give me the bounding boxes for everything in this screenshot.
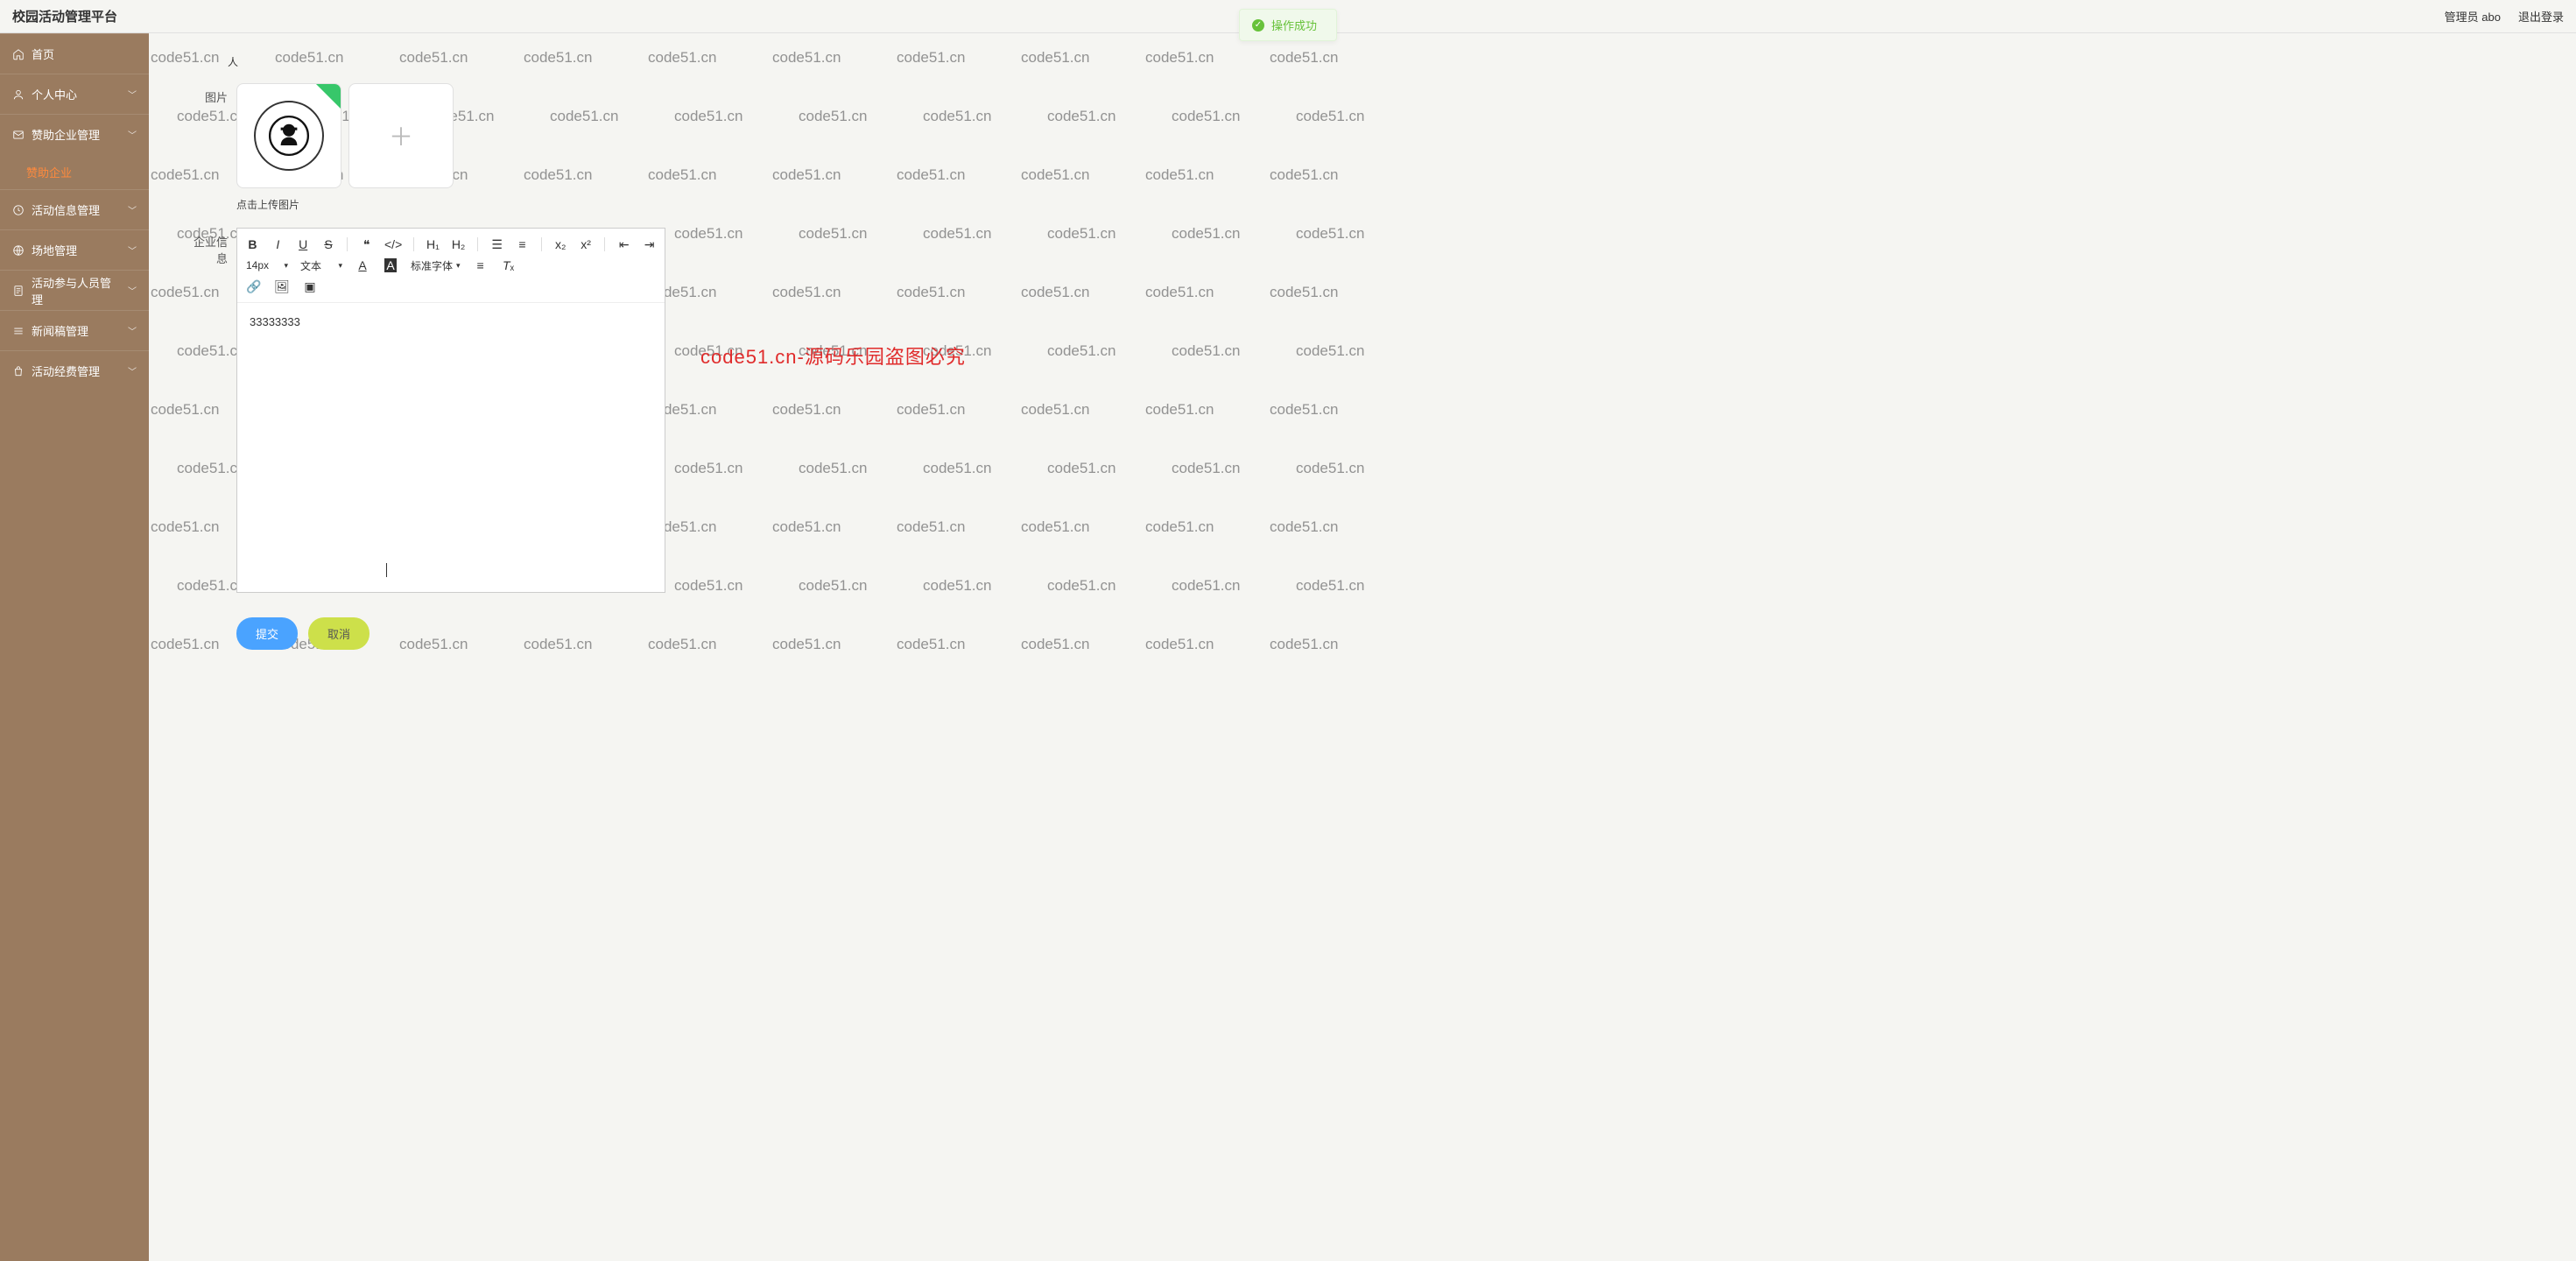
envelope-icon	[12, 129, 25, 141]
chevron-down-icon: ﹀	[128, 243, 137, 257]
rich-text-editor: B I U S ❝ </> H₁ H₂	[236, 228, 665, 593]
upload-tip: 点击上传图片	[236, 197, 2541, 212]
chevron-down-icon: ﹀	[128, 88, 137, 101]
h1-button[interactable]: H₁	[426, 236, 440, 252]
watermark-red: code51.cn-源码乐园盗图必究	[700, 342, 966, 370]
outdent-button[interactable]: ⇥	[643, 236, 656, 252]
chevron-down-icon: ﹀	[128, 324, 137, 337]
unordered-list-button[interactable]: ≡	[516, 236, 529, 252]
strike-button[interactable]: S	[322, 236, 335, 252]
sidebar-item-label: 赞助企业管理	[32, 126, 121, 143]
plus-icon: ＋	[389, 118, 413, 153]
editor-body[interactable]: 33333333	[237, 303, 665, 592]
sidebar-item-budget[interactable]: 活动经费管理 ﹀	[0, 350, 149, 391]
uploaded-image-thumb	[254, 101, 324, 171]
text-caret-icon	[386, 563, 387, 577]
superscript-button[interactable]: x²	[580, 236, 593, 252]
chevron-down-icon: ﹀	[128, 203, 137, 216]
counter-char: 人	[228, 54, 2576, 69]
link-button[interactable]: 🔗	[246, 278, 262, 294]
user-info[interactable]: 管理员 abo	[2445, 8, 2501, 25]
bag-icon	[12, 365, 25, 377]
submit-button[interactable]: 提交	[236, 617, 298, 650]
check-icon: ✓	[1252, 19, 1264, 32]
sidebar-item-label: 赞助企业	[26, 164, 137, 180]
clear-format-button[interactable]: Tₓ	[501, 257, 517, 273]
sidebar-item-profile[interactable]: 个人中心 ﹀	[0, 74, 149, 114]
globe-icon	[12, 244, 25, 257]
document-icon	[12, 285, 25, 297]
ordered-list-button[interactable]: ☰	[490, 236, 503, 252]
chevron-down-icon: ﹀	[128, 284, 137, 297]
sidebar-item-news[interactable]: 新闻稿管理 ﹀	[0, 310, 149, 350]
home-icon	[12, 48, 25, 60]
font-size-select[interactable]: 14px▾	[246, 259, 288, 271]
sidebar-item-label: 活动经费管理	[32, 363, 121, 379]
underline-button[interactable]: U	[297, 236, 310, 252]
sidebar-item-venue[interactable]: 场地管理 ﹀	[0, 229, 149, 270]
indent-button[interactable]: ⇤	[617, 236, 630, 252]
video-button[interactable]: ▣	[302, 278, 318, 294]
image-button[interactable]: 🖼	[274, 278, 290, 294]
editor-content-text: 33333333	[250, 315, 300, 328]
sidebar-item-sponsor[interactable]: 赞助企业	[0, 154, 149, 189]
subscript-button[interactable]: x₂	[554, 236, 567, 252]
h2-button[interactable]: H₂	[452, 236, 466, 252]
bold-button[interactable]: B	[246, 236, 259, 252]
sidebar-item-label: 个人中心	[32, 86, 121, 102]
sidebar-item-label: 首页	[32, 46, 137, 62]
logout-link[interactable]: 退出登录	[2518, 8, 2564, 25]
chevron-down-icon: ﹀	[128, 128, 137, 141]
code-button[interactable]: </>	[385, 236, 401, 252]
sidebar-item-label: 新闻稿管理	[32, 322, 121, 339]
block-type-select[interactable]: 文本▾	[300, 258, 342, 273]
font-color-button[interactable]: A	[355, 257, 370, 273]
uploaded-image-card[interactable]	[236, 83, 341, 188]
sidebar-item-home[interactable]: 首页	[0, 33, 149, 74]
success-toast: ✓ 操作成功	[1239, 9, 1337, 41]
label-image: 图片	[184, 83, 236, 105]
quote-button[interactable]: ❝	[360, 236, 373, 252]
label-info: 企业信息	[184, 228, 236, 266]
main-content: code51.cncode51.cncode51.cncode51.cncode…	[149, 33, 2576, 1261]
check-corner-icon	[316, 84, 341, 109]
align-button[interactable]: ≡	[473, 257, 489, 273]
sidebar-item-label: 活动信息管理	[32, 201, 121, 218]
chevron-down-icon: ﹀	[128, 364, 137, 377]
clock-icon	[12, 204, 25, 216]
bg-color-button[interactable]: A	[383, 257, 398, 273]
brand-title: 校园活动管理平台	[12, 7, 117, 25]
sidebar: 首页 个人中心 ﹀ 赞助企业管理 ﹀ 赞助企业 活动信息管理 ﹀	[0, 33, 149, 1261]
sidebar-item-activity-info[interactable]: 活动信息管理 ﹀	[0, 189, 149, 229]
sidebar-item-sponsor-mgmt[interactable]: 赞助企业管理 ﹀	[0, 114, 149, 154]
italic-button[interactable]: I	[271, 236, 285, 252]
lines-icon	[12, 325, 25, 337]
editor-toolbar: B I U S ❝ </> H₁ H₂	[237, 229, 665, 303]
sidebar-item-label: 场地管理	[32, 242, 121, 258]
font-family-select[interactable]: 标准字体▾	[411, 258, 461, 273]
add-image-button[interactable]: ＋	[348, 83, 454, 188]
sidebar-item-participants[interactable]: 活动参与人员管理 ﹀	[0, 270, 149, 310]
sidebar-item-label: 活动参与人员管理	[32, 274, 121, 307]
user-icon	[12, 88, 25, 101]
cancel-button[interactable]: 取消	[308, 617, 370, 650]
toast-text: 操作成功	[1271, 17, 1317, 33]
